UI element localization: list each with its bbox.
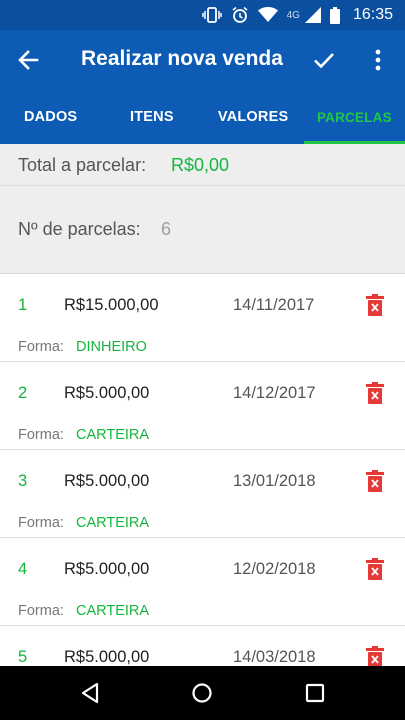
installment-form-label: Forma: <box>18 427 64 443</box>
installment-number: 1 <box>18 296 28 314</box>
installment-form-value: CARTEIRA <box>76 427 150 443</box>
tab-valores[interactable]: VALORES <box>203 90 304 144</box>
installment-form-label: Forma: <box>18 515 64 531</box>
network-type: 4G <box>286 9 300 21</box>
more-vert-icon <box>375 49 381 71</box>
installment-amount: R$5.000,00 <box>64 384 150 402</box>
installment-count-label: Nº de parcelas: <box>18 219 141 239</box>
trash-icon <box>366 382 384 404</box>
installment-form-label: Forma: <box>18 603 64 619</box>
installment-date: 14/03/2018 <box>233 648 316 666</box>
installment-item[interactable]: 3 R$5.000,00 13/01/2018 Forma: CARTEIRA <box>0 450 405 538</box>
installments-list[interactable]: 1 R$15.000,00 14/11/2017 Forma: DINHEIRO… <box>0 274 405 666</box>
clock: 16:35 <box>352 6 393 23</box>
installment-item[interactable]: 2 R$5.000,00 14/12/2017 Forma: CARTEIRA <box>0 362 405 450</box>
total-value: R$0,00 <box>171 155 230 175</box>
navigation-bar <box>0 666 405 720</box>
installment-date: 13/01/2018 <box>233 472 316 490</box>
installment-date: 14/12/2017 <box>233 384 316 402</box>
installment-number: 5 <box>18 648 28 666</box>
tab-bar: DADOS ITENS VALORES PARCELAS <box>0 90 405 144</box>
vibrate-icon <box>201 7 222 23</box>
installment-date: 14/11/2017 <box>233 296 315 314</box>
home-circle-icon <box>192 683 212 703</box>
total-label: Total a parcelar: <box>18 155 147 175</box>
installment-count-row[interactable]: Nº de parcelas: 6 <box>0 186 405 274</box>
total-row: Total a parcelar: R$0,00 <box>0 144 405 186</box>
back-button[interactable] <box>12 44 44 76</box>
nav-recents-button[interactable] <box>301 679 329 707</box>
installment-amount: R$5.000,00 <box>64 472 150 490</box>
status-bar: 4G 16:35 <box>0 0 405 30</box>
status-icons: 4G 16:35 <box>201 5 393 25</box>
delete-button[interactable] <box>364 556 386 582</box>
more-options-button[interactable] <box>362 44 394 76</box>
nav-home-button[interactable] <box>188 679 216 707</box>
delete-button[interactable] <box>364 292 386 318</box>
installment-form-value: CARTEIRA <box>76 603 150 619</box>
delete-button[interactable] <box>364 644 386 666</box>
wifi-icon <box>257 7 278 23</box>
installment-item[interactable]: 5 R$5.000,00 14/03/2018 <box>0 626 405 666</box>
trash-icon <box>366 294 384 316</box>
installment-form-label: Forma: <box>18 339 64 355</box>
installment-form-value: CARTEIRA <box>76 515 150 531</box>
arrow-back-icon <box>18 50 39 70</box>
alarm-icon <box>231 6 249 24</box>
check-icon <box>314 53 334 69</box>
installment-amount: R$5.000,00 <box>64 648 150 666</box>
installment-number: 2 <box>18 384 28 402</box>
delete-button[interactable] <box>364 380 386 406</box>
tab-itens[interactable]: ITENS <box>101 90 202 144</box>
installment-number: 3 <box>18 472 28 490</box>
installment-date: 12/02/2018 <box>233 560 316 578</box>
tab-parcelas[interactable]: PARCELAS <box>303 90 405 144</box>
installment-amount: R$5.000,00 <box>64 560 150 578</box>
trash-icon <box>366 646 384 666</box>
installment-form-value: DINHEIRO <box>76 339 147 355</box>
confirm-button[interactable] <box>308 44 340 76</box>
delete-button[interactable] <box>364 468 386 494</box>
recents-square-icon <box>305 683 325 703</box>
page-title: Realizar nova venda <box>81 47 283 70</box>
trash-icon <box>366 558 384 580</box>
back-triangle-icon <box>81 682 99 704</box>
tab-dados[interactable]: DADOS <box>0 90 101 144</box>
signal-icon <box>304 7 321 23</box>
installment-amount: R$15.000,00 <box>64 296 159 314</box>
installment-item[interactable]: 1 R$15.000,00 14/11/2017 Forma: DINHEIRO <box>0 274 405 362</box>
app-toolbar: Realizar nova venda <box>0 30 405 90</box>
trash-icon <box>366 470 384 492</box>
battery-icon <box>329 6 340 24</box>
installment-number: 4 <box>18 560 28 578</box>
installment-count-value[interactable]: 6 <box>161 219 171 240</box>
nav-back-button[interactable] <box>76 679 104 707</box>
installment-item[interactable]: 4 R$5.000,00 12/02/2018 Forma: CARTEIRA <box>0 538 405 626</box>
